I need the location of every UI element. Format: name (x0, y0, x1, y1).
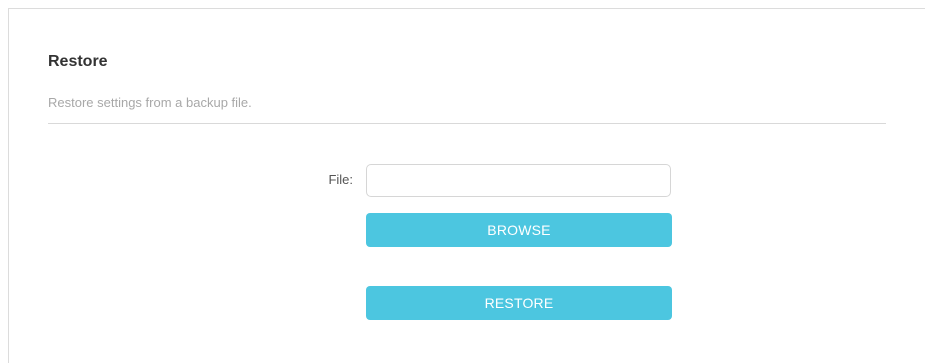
browse-button[interactable]: BROWSE (366, 213, 672, 247)
restore-button[interactable]: RESTORE (366, 286, 672, 320)
section-title: Restore (48, 53, 108, 70)
section-divider (48, 123, 886, 124)
file-path-input[interactable] (366, 164, 671, 197)
file-label: File: (328, 172, 353, 187)
section-description: Restore settings from a backup file. (48, 95, 252, 110)
restore-panel: Restore Restore settings from a backup f… (8, 8, 925, 363)
